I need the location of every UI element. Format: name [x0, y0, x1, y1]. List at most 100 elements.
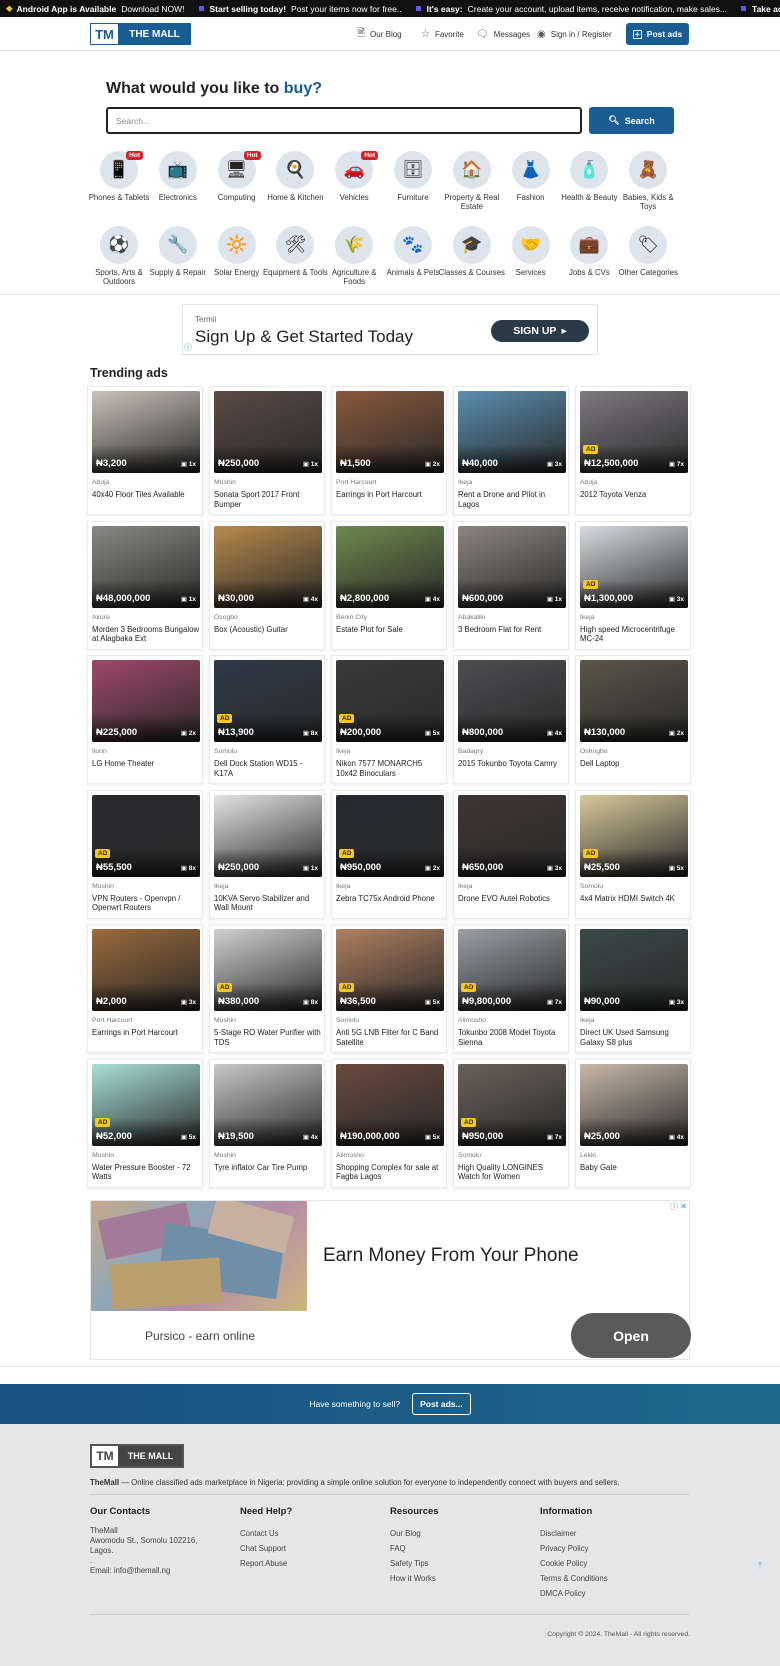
logo-mark: TM: [92, 1446, 119, 1466]
footer-link[interactable]: Cookie Policy: [540, 1556, 690, 1571]
ad-badge: AD: [461, 1117, 477, 1127]
ad-card[interactable]: ₦40,000 ▣ 3x Ikeja Rent a Drone and Pilot i…: [453, 386, 569, 515]
site-logo[interactable]: TM THE MALL: [90, 23, 191, 45]
search-input[interactable]: Search...: [106, 107, 582, 134]
ad-card[interactable]: ₦200,000 ▣ 5x AD Ikeja Nikon 7577 MONARCH5 1…: [331, 655, 447, 784]
category-item[interactable]: 🗄 Furniture: [379, 151, 447, 202]
footer-link[interactable]: FAQ: [390, 1541, 540, 1556]
footer-link[interactable]: Privacy Policy: [540, 1541, 690, 1556]
ad-card[interactable]: ₦2,800,000 ▣ 4x Benin City Estate Plot for …: [331, 520, 447, 650]
ad-card[interactable]: ₦950,000 ▣ 2x AD Ikeja Zebra TC75x Android P…: [331, 789, 447, 919]
ad-card[interactable]: ₦90,000 ▣ 3x Ikeja Direct UK Used Samsung G…: [575, 924, 691, 1053]
ad-card[interactable]: ₦130,000 ▣ 2x Oshogbo Dell Laptop: [575, 655, 691, 784]
ad-image: ₦90,000 ▣ 3x: [580, 929, 688, 1011]
category-item[interactable]: 🌾 Agriculture & Foods: [320, 226, 388, 286]
category-item[interactable]: 🏷 Other Categories: [614, 226, 682, 277]
ad-card[interactable]: ₦36,500 ▣ 5x AD Somolu Anti 5G LNB Filter fo…: [331, 924, 447, 1053]
footer-link[interactable]: Disclaimer: [540, 1526, 690, 1541]
photo-count: ▣ 1x: [180, 461, 196, 468]
ad-title: 2012 Toyota Venza: [580, 490, 647, 499]
ad-choices-icon[interactable]: ⓘ ✕: [670, 1201, 687, 1212]
copyright: Copyright © 2024. TheMall - All rights r…: [547, 1631, 690, 1638]
camera-icon: ▣: [546, 864, 555, 872]
ad-badge: AD: [339, 714, 355, 723]
category-item[interactable]: ⚽ Sports, Arts & Outdoors: [85, 226, 153, 286]
ad-card[interactable]: ₦650,000 ▣ 3x Ikeja Drone EVO Autel Robotic…: [453, 789, 569, 919]
camera-icon: ▣: [424, 595, 433, 603]
ad-card[interactable]: ₦2,000 ▣ 3x Port Harcourt Earrings in Port …: [87, 924, 203, 1053]
camera-icon: ▣: [302, 1133, 311, 1141]
footer-link[interactable]: Safety Tips: [390, 1556, 540, 1571]
sponsored-ad-top[interactable]: Termii Sign Up & Get Started Today SIGN …: [182, 304, 598, 355]
ad-card[interactable]: ₦12,500,000 ▣ 7x AD Abuja 2012 Toyota Venza: [575, 386, 691, 515]
category-item[interactable]: 👗 Fashion: [497, 151, 565, 202]
footer-logo[interactable]: TM THE MALL: [90, 1444, 184, 1468]
ad-signup-button[interactable]: SIGN UP ▸: [491, 320, 589, 342]
ad-card[interactable]: ₦3,200 ▣ 1x Abuja 40x40 Floor Tiles Availab…: [87, 386, 203, 515]
camera-icon: ▣: [668, 1133, 677, 1141]
ad-badge: AD: [217, 983, 233, 992]
category-item[interactable]: 💼 Jobs & CVs: [555, 226, 623, 277]
ad-image: ₦52,000 ▣ 5x AD: [92, 1063, 200, 1146]
briefcase-icon: 💼: [578, 235, 600, 254]
ad-price: ₦30,000: [218, 592, 254, 604]
category-item[interactable]: 🤝 Services: [497, 226, 565, 277]
ad-card[interactable]: ₦25,500 ▣ 5x AD Somolu 4x4 Matrix HDMI Switc…: [575, 789, 691, 919]
category-item[interactable]: 📺 Electronics: [144, 151, 212, 202]
category-item[interactable]: 🧴 Health & Beauty: [555, 151, 623, 202]
footer-link[interactable]: Contact Us: [240, 1526, 390, 1541]
ad-card[interactable]: ₦250,000 ▣ 1x Ikeja 10KVA Servo Stabilizer …: [209, 789, 325, 919]
ad-card[interactable]: ₦52,000 ▣ 5x AD Mushin Water Pressure Booste…: [87, 1058, 203, 1188]
category-item[interactable]: 🚗 Hot Vehicles: [320, 151, 388, 202]
teddy-bear-icon: 🧸: [637, 160, 659, 179]
ad-image: ₦9,800,000 ▣ 7x AD: [458, 929, 566, 1011]
ad-card[interactable]: ₦1,300,000 ▣ 3x AD Ikeja High speed Microcen…: [575, 520, 691, 650]
ad-card[interactable]: ₦225,000 ▣ 2x Ilorin LG Home Theater: [87, 655, 203, 784]
search-button[interactable]: 🔍︎ Search: [589, 107, 674, 134]
ad-info-icon[interactable]: ⓘ: [184, 342, 192, 353]
nav-messages[interactable]: 🗨 Messages: [476, 17, 530, 51]
ad-card[interactable]: ₦1,500 ▣ 2x Port Harcourt Earrings in Port …: [331, 386, 447, 515]
ad-card[interactable]: ₦800,000 ▣ 4x Badagry 2015 Tokunbo Toyota C…: [453, 655, 569, 784]
ad-card[interactable]: ₦30,000 ▣ 4x Osogbo Box (Acoustic) Guitar: [209, 520, 325, 650]
ad-card[interactable]: ₦13,900 ▣ 8x AD Somolu Dell Dock Station WD1…: [209, 655, 325, 784]
footer-link[interactable]: Our Blog: [390, 1526, 540, 1541]
footer-link[interactable]: Terms & Conditions: [540, 1571, 690, 1586]
ad-card[interactable]: ₦190,000,000 ▣ 5x Alimosho Shopping Complex…: [331, 1058, 447, 1188]
nav-signin[interactable]: ◉ Sign in / Register: [537, 17, 612, 51]
footer-link[interactable]: How it Works: [390, 1571, 540, 1586]
footer-link[interactable]: DMCA Policy: [540, 1586, 690, 1601]
ad-title: Rent a Drone and Pilot in Lagos: [458, 490, 546, 509]
ad-card[interactable]: ₦55,500 ▣ 8x AD Mushin VPN Routers - Openvpn…: [87, 789, 203, 919]
ad-card[interactable]: ₦380,000 ▣ 8x AD Mushin 5-Stage RO Water Pur…: [209, 924, 325, 1053]
category-item[interactable]: 🛠 Equipment & Tools: [261, 226, 329, 277]
ad-price: ₦200,000: [340, 727, 382, 738]
back-to-top-button[interactable]: ⤒: [750, 1556, 770, 1576]
ad-card[interactable]: ₦19,500 ▣ 4x Mushin Tyre inflator Car Tire …: [209, 1058, 325, 1188]
nav-favorite[interactable]: ☆ Favorite: [421, 17, 464, 51]
category-item[interactable]: 🎓 Classes & Courses: [438, 226, 506, 277]
ad-card[interactable]: ₦9,800,000 ▣ 7x AD Alimosho Tokunbo 2008 Mod…: [453, 924, 569, 1053]
nav-blog[interactable]: 🗎 Our Blog: [357, 17, 402, 51]
sponsored-ad-bottom[interactable]: Earn Money From Your Phone Pursico - ear…: [90, 1200, 691, 1360]
category-item[interactable]: 🍳 Home & Kitchen: [261, 151, 329, 202]
ad-card[interactable]: ₦950,000 ▣ 7x AD Somolu High Quality LONGINE…: [453, 1058, 569, 1188]
ad-image: ₦55,500 ▣ 8x AD: [92, 794, 200, 877]
ad-open-button[interactable]: Open: [571, 1313, 691, 1358]
footer-link[interactable]: Report Abuse: [240, 1556, 390, 1571]
category-item[interactable]: 🏠 Property & Real Estate: [438, 151, 506, 211]
category-item[interactable]: 📱 Hot Phones & Tablets: [85, 151, 153, 202]
category-item[interactable]: 🧸 Babies, Kids & Toys: [614, 151, 682, 211]
ad-card[interactable]: ₦48,000,000 ▣ 1x Akure Morden 3 Bedrooms Bu…: [87, 520, 203, 650]
footer-link[interactable]: Chat Support: [240, 1541, 390, 1556]
category-item[interactable]: 🖥 Hot Computing: [203, 151, 271, 202]
footer-email[interactable]: Email: info@themall.ng: [90, 1566, 240, 1576]
ad-card[interactable]: ₦250,000 ▣ 1x Mushin Sonata Sport 2017 Fron…: [209, 386, 325, 515]
category-item[interactable]: 🔆 Solar Energy: [203, 226, 271, 277]
post-ads-banner-button[interactable]: Post ads...: [412, 1393, 471, 1415]
post-ads-button[interactable]: + Post ads: [626, 23, 689, 45]
category-item[interactable]: 🐾 Animals & Pets: [379, 226, 447, 277]
ad-card[interactable]: ₦25,000 ▣ 4x Lekki Baby Gate: [575, 1058, 691, 1188]
category-item[interactable]: 🔧 Supply & Repair: [144, 226, 212, 277]
ad-card[interactable]: ₦600,000 ▣ 1x Abakaliki 3 Bedroom Flat for …: [453, 520, 569, 650]
